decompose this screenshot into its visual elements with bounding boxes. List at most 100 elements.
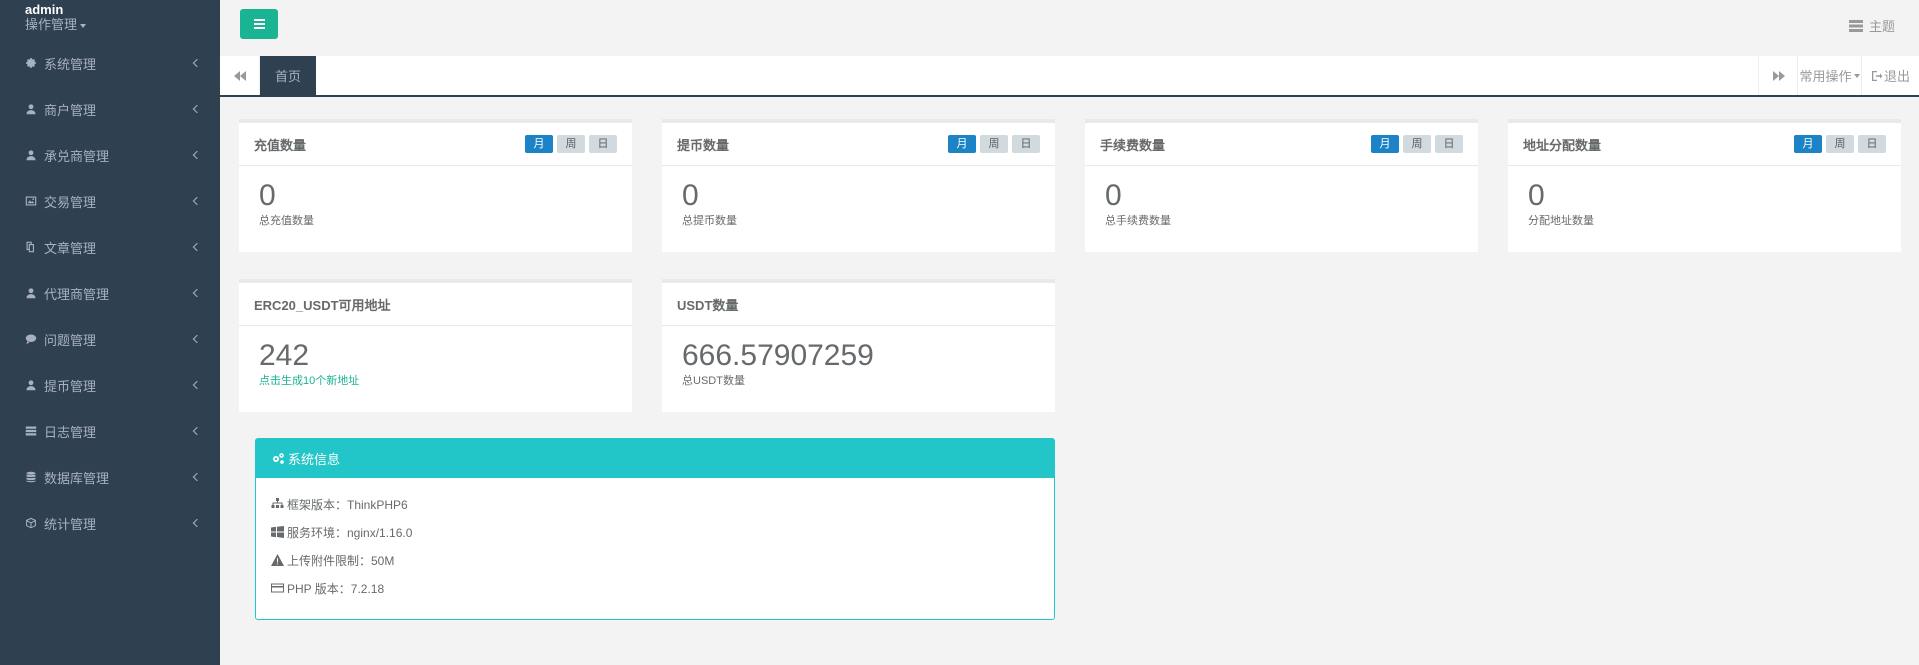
card-header: 充值数量 月 周 日 (239, 123, 632, 166)
sidebar-item-label: 代理商管理 (44, 286, 110, 302)
stat-description: 总手续费数量 (1105, 215, 1171, 227)
scroll-tabs-right-button[interactable] (1758, 56, 1798, 95)
copy-icon (24, 240, 38, 254)
info-row-php-version: PHP 版本：7.2.18 (271, 574, 1039, 602)
theme-icon (1848, 19, 1863, 32)
period-day-button[interactable]: 日 (589, 135, 617, 153)
sidebar-item-system[interactable]: 系统管理 (0, 40, 220, 86)
stat-card-withdraw: 提币数量 月 周 日 0 总提币数量 (662, 119, 1055, 252)
sidebar-item-trade[interactable]: 交易管理 (0, 178, 220, 224)
user-icon (24, 286, 38, 300)
sidebar-item-log[interactable]: 日志管理 (0, 408, 220, 454)
common-ops-label: 常用操作 (1799, 69, 1852, 84)
sidebar-item-label: 交易管理 (44, 194, 97, 210)
credit-card-icon (271, 583, 284, 593)
tab-label: 首页 (274, 69, 301, 84)
card-header: ERC20_USDT可用地址 (239, 283, 632, 326)
stat-card-erc20-address: ERC20_USDT可用地址 242 点击生成10个新地址 (239, 279, 632, 412)
forward-icon (1772, 70, 1785, 81)
card-title: 充值数量 (254, 137, 307, 153)
common-ops-dropdown[interactable]: 常用操作 (1797, 56, 1861, 95)
period-week-button[interactable]: 周 (557, 135, 585, 153)
period-month-button[interactable]: 月 (525, 135, 553, 153)
menu-toggle-button[interactable] (240, 9, 278, 39)
period-day-button[interactable]: 日 (1012, 135, 1040, 153)
stat-card-usdt: USDT数量 666.57907259 总USDT数量 (662, 279, 1055, 412)
sidebar-item-label: 文章管理 (44, 240, 97, 256)
sidebar-item-label: 承兑商管理 (44, 148, 110, 164)
sidebar-item-merchant[interactable]: 商户管理 (0, 86, 220, 132)
sidebar-item-label: 提币管理 (44, 378, 97, 394)
period-day-button[interactable]: 日 (1435, 135, 1463, 153)
tab-bar: 首页 常用操作 退出 (220, 56, 1919, 97)
card-title: 手续费数量 (1100, 137, 1166, 153)
panel-title: 系统信息 (288, 452, 341, 467)
sidebar-item-agent[interactable]: 代理商管理 (0, 270, 220, 316)
period-day-button[interactable]: 日 (1858, 135, 1886, 153)
sidebar-item-database[interactable]: 数据库管理 (0, 454, 220, 500)
period-week-button[interactable]: 周 (980, 135, 1008, 153)
sidebar: admin 操作管理 系统管理 商户管理 承兑商管理 交易管理 文章管理 代理商… (0, 0, 220, 665)
user-icon (24, 378, 38, 392)
period-month-button[interactable]: 月 (1794, 135, 1822, 153)
stat-value: 242 (259, 339, 310, 372)
sidebar-item-withdraw[interactable]: 提币管理 (0, 362, 220, 408)
comment-icon (24, 332, 38, 346)
sidebar-item-label: 日志管理 (44, 424, 97, 440)
role-dropdown[interactable]: 操作管理 (25, 17, 220, 33)
gear-icon (24, 56, 38, 70)
chevron-left-icon (192, 104, 202, 114)
sidebar-item-article[interactable]: 文章管理 (0, 224, 220, 270)
sidebar-item-label: 统计管理 (44, 516, 97, 532)
logout-button[interactable]: 退出 (1861, 56, 1919, 95)
period-toggle: 月 周 日 (1794, 135, 1886, 153)
chevron-left-icon (192, 334, 202, 344)
user-icon (24, 102, 38, 116)
sidebar-item-acceptor[interactable]: 承兑商管理 (0, 132, 220, 178)
chevron-left-icon (192, 518, 202, 528)
chevron-left-icon (192, 196, 202, 206)
scroll-tabs-left-button[interactable] (220, 56, 260, 95)
windows-icon (271, 526, 284, 538)
info-row-server: 服务环境：nginx/1.16.0 (271, 518, 1039, 546)
logout-label: 退出 (1883, 69, 1910, 84)
period-week-button[interactable]: 周 (1403, 135, 1431, 153)
card-title: 地址分配数量 (1523, 137, 1602, 153)
theme-label: 主题 (1868, 19, 1895, 34)
stat-value: 666.57907259 (682, 339, 874, 372)
info-row-upload-limit: 上传附件限制：50M (271, 546, 1039, 574)
period-month-button[interactable]: 月 (1371, 135, 1399, 153)
warning-icon (271, 554, 284, 566)
stat-value: 0 (259, 179, 276, 212)
stat-card-recharge: 充值数量 月 周 日 0 总充值数量 (239, 119, 632, 252)
period-week-button[interactable]: 周 (1826, 135, 1854, 153)
card-header: 提币数量 月 周 日 (662, 123, 1055, 166)
cogs-icon (273, 453, 284, 464)
generate-addresses-link[interactable]: 点击生成10个新地址 (259, 373, 612, 389)
card-title: 提币数量 (677, 137, 730, 153)
info-text: 上传附件限制：50M (287, 553, 395, 568)
caret-down-icon (80, 23, 87, 28)
backward-icon (233, 70, 246, 81)
card-header: 手续费数量 月 周 日 (1085, 123, 1478, 166)
stat-card-fee: 手续费数量 月 周 日 0 总手续费数量 (1085, 119, 1478, 252)
period-toggle: 月 周 日 (948, 135, 1040, 153)
chevron-left-icon (192, 150, 202, 160)
info-row-framework: 框架版本：ThinkPHP6 (271, 490, 1039, 518)
info-text: PHP 版本：7.2.18 (287, 581, 385, 596)
sidebar-item-label: 数据库管理 (44, 470, 110, 486)
period-toggle: 月 周 日 (525, 135, 617, 153)
sidebar-item-statistics[interactable]: 统计管理 (0, 500, 220, 546)
image-icon (24, 194, 38, 208)
card-header: 地址分配数量 月 周 日 (1508, 123, 1901, 166)
card-title: ERC20_USDT可用地址 (254, 297, 391, 313)
user-icon (24, 148, 38, 162)
theme-button[interactable]: 主题 (1848, 16, 1895, 35)
tab-home[interactable]: 首页 (260, 56, 316, 95)
database-icon (24, 470, 38, 484)
cube-icon (24, 516, 38, 530)
period-month-button[interactable]: 月 (948, 135, 976, 153)
stat-card-address-allocation: 地址分配数量 月 周 日 0 分配地址数量 (1508, 119, 1901, 252)
sidebar-item-question[interactable]: 问题管理 (0, 316, 220, 362)
chevron-left-icon (192, 288, 202, 298)
